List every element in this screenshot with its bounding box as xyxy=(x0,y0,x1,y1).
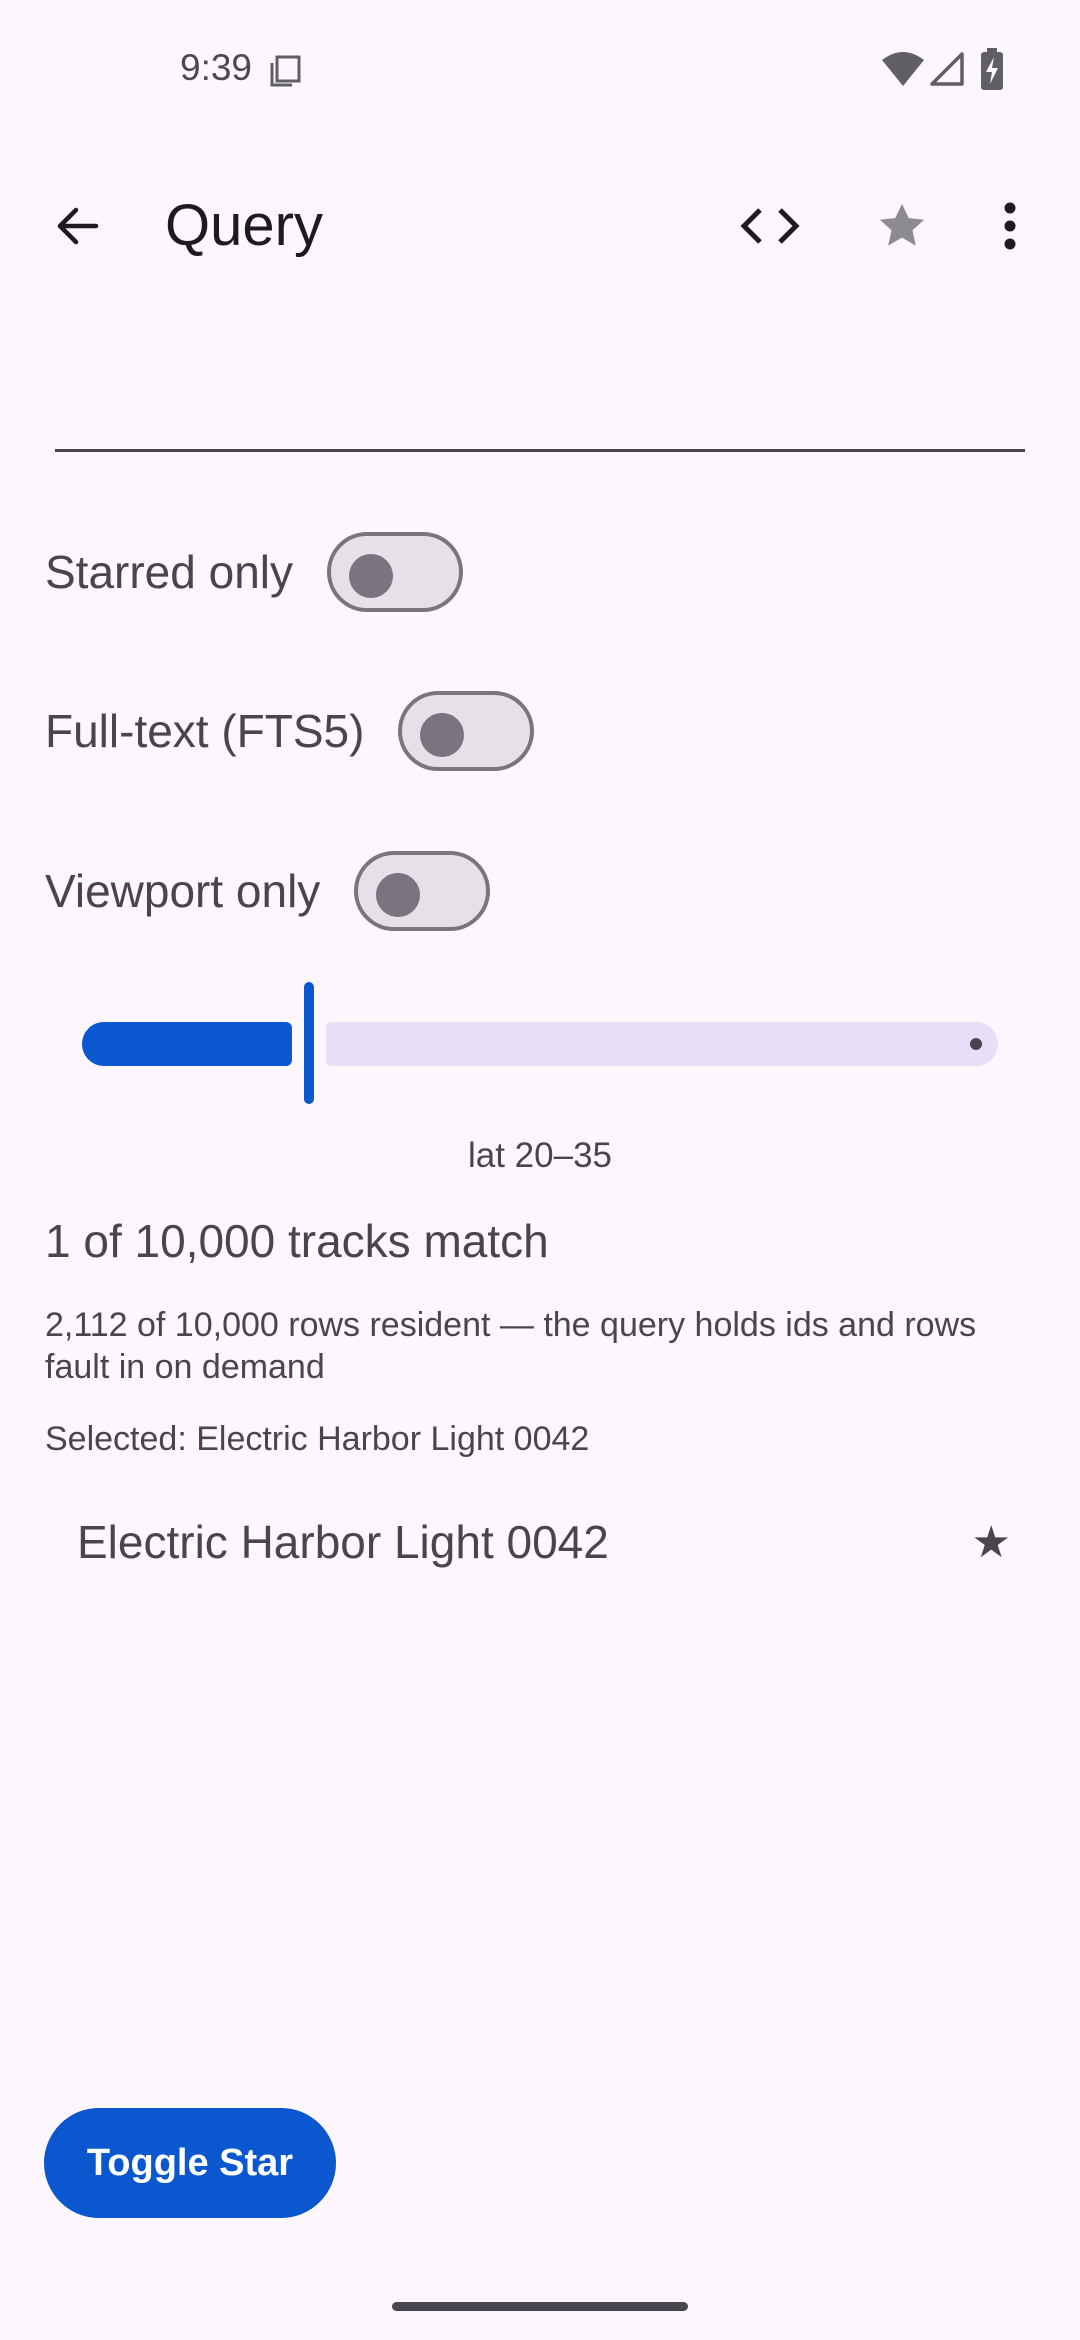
resident-note: 2,112 of 10,000 rows resident — the quer… xyxy=(45,1306,977,1386)
copy-icon xyxy=(270,55,301,87)
more-vert-icon xyxy=(1004,202,1016,250)
track-title: Electric Harbor Light 0042 xyxy=(77,1516,609,1568)
viewport-only-switch[interactable] xyxy=(354,851,491,931)
starred-only-label: Starred only xyxy=(45,546,294,598)
starred-only-row: Starred only xyxy=(45,527,464,617)
signal-icon xyxy=(930,52,964,86)
gesture-navigation-bar[interactable] xyxy=(392,2302,688,2311)
switch-thumb xyxy=(349,554,394,598)
slider-caption: lat 20–35 xyxy=(467,1136,613,1175)
viewport-only-row: Viewport only xyxy=(45,846,491,936)
full-text-label: Full-text (FTS5) xyxy=(45,705,365,757)
toggle-star-button[interactable]: Toggle Star xyxy=(44,2108,336,2218)
code-button[interactable] xyxy=(730,188,810,264)
selected-track-label: Selected: Electric Harbor Light 0042 xyxy=(45,1420,590,1458)
viewport-only-label: Viewport only xyxy=(45,865,321,917)
star-icon xyxy=(879,203,925,246)
slider-inactive-track[interactable] xyxy=(326,1022,998,1066)
match-count: 1 of 10,000 tracks match xyxy=(45,1215,549,1267)
full-text-row: Full-text (FTS5) xyxy=(45,686,535,776)
battery-charging-icon xyxy=(981,48,1003,90)
starred-only-switch[interactable] xyxy=(327,532,464,612)
slider-handle[interactable] xyxy=(304,982,314,1104)
wifi-icon xyxy=(882,52,924,86)
slider-active-track[interactable] xyxy=(82,1022,292,1066)
star-button[interactable] xyxy=(862,188,942,264)
switch-thumb xyxy=(376,873,421,917)
search-input[interactable] xyxy=(55,360,1025,452)
arrow-back-icon xyxy=(57,207,99,245)
page-title: Query xyxy=(165,193,323,258)
slider-stop-indicator xyxy=(970,1038,982,1050)
back-button[interactable] xyxy=(40,188,116,264)
star-icon: ★ xyxy=(971,1517,1011,1567)
more-button[interactable] xyxy=(980,188,1040,264)
switch-thumb xyxy=(420,713,465,757)
status-time: 9:39 xyxy=(180,47,253,88)
list-item[interactable]: Electric Harbor Light 0042 ★ xyxy=(45,1500,1035,1584)
code-icon xyxy=(740,208,800,244)
full-text-switch[interactable] xyxy=(398,691,535,771)
